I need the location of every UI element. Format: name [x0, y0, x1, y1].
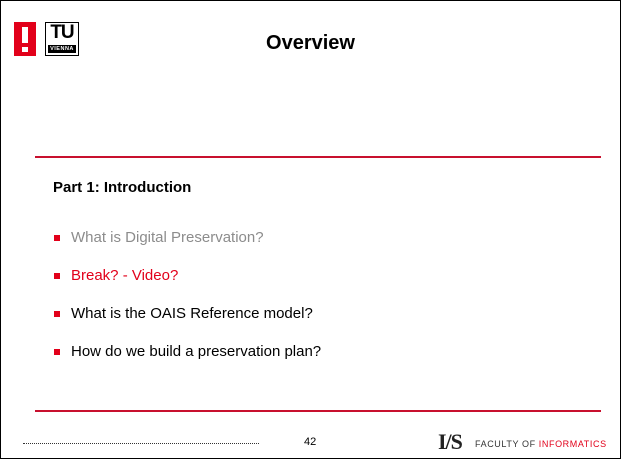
- faculty-label: FACULTY OF INFORMATICS: [475, 439, 607, 449]
- bullet-label: Break? - Video?: [71, 267, 179, 284]
- slide-title: Overview: [266, 32, 355, 54]
- bullet-square-icon: [54, 273, 60, 279]
- bottom-divider: [35, 410, 601, 412]
- section-heading: Part 1: Introduction: [53, 179, 192, 196]
- faculty-highlight: INFORMATICS: [538, 439, 607, 449]
- ifs-logo: I/S: [438, 429, 463, 454]
- dotted-footer-line: [23, 443, 259, 444]
- bullet-label: What is the OAIS Reference model?: [71, 305, 313, 322]
- bullet-label: How do we build a preservation plan?: [71, 343, 322, 360]
- page-number: 42: [304, 436, 317, 448]
- bullet-square-icon: [54, 311, 60, 317]
- bullet-square-icon: [54, 349, 60, 355]
- slide: TU VIENNA Overview Part 1: Introduction …: [0, 0, 621, 459]
- bullet-square-icon: [54, 235, 60, 241]
- bullet-item: How do we build a preservation plan?: [53, 343, 321, 381]
- bullet-label: What is Digital Preservation?: [71, 229, 264, 246]
- bullet-item: Break? - Video?: [53, 267, 321, 305]
- top-divider: [35, 156, 601, 158]
- bullet-item: What is Digital Preservation?: [53, 229, 321, 267]
- bullet-list: What is Digital Preservation? Break? - V…: [53, 229, 321, 381]
- faculty-prefix: FACULTY OF: [475, 439, 539, 449]
- bullet-item: What is the OAIS Reference model?: [53, 305, 321, 343]
